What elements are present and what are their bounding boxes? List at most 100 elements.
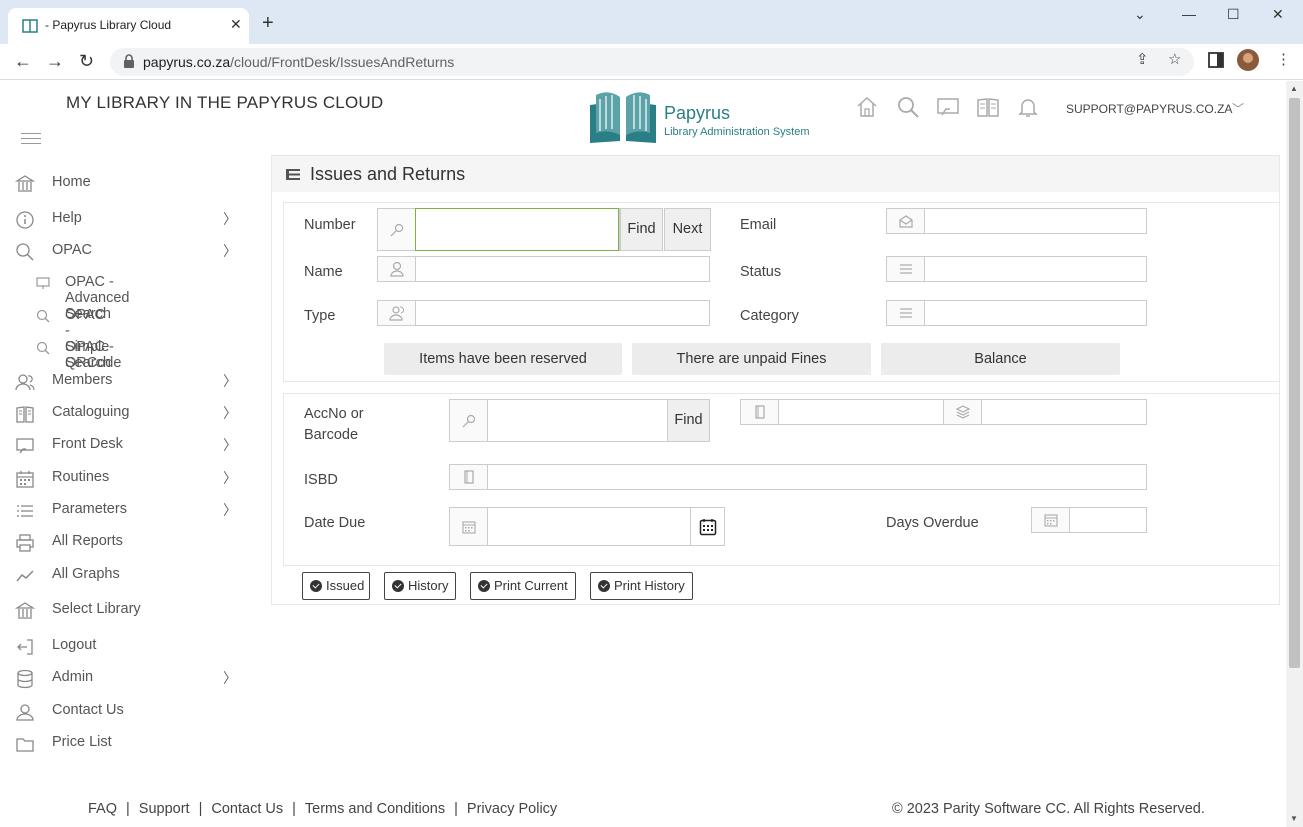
sidebar-item-label: Front Desk — [52, 436, 123, 452]
days-overdue-input[interactable] — [1070, 508, 1146, 532]
member-number-input[interactable] — [415, 208, 619, 251]
hamburger-menu-icon[interactable] — [21, 133, 41, 148]
sidebar-item-admin[interactable]: Admin 〉 — [15, 667, 240, 691]
minimize-icon[interactable]: — — [1182, 6, 1196, 22]
sidebar-item-logout[interactable]: Logout — [15, 635, 240, 659]
footer-link-privacy[interactable]: Privacy Policy — [467, 801, 557, 817]
isbd-input[interactable] — [488, 465, 1145, 489]
sidebar-item-label: Help — [52, 210, 82, 226]
chevron-right-icon: 〉 — [223, 502, 237, 518]
member-category-input[interactable] — [925, 301, 1145, 325]
browser-tab[interactable]: - Papyrus Library Cloud ✕ — [8, 8, 249, 44]
scrollbar-thumb[interactable] — [1289, 98, 1300, 668]
isbd-addon — [450, 465, 488, 489]
sidebar-item-label: Members — [52, 372, 113, 388]
side-panel-icon[interactable] — [1208, 52, 1224, 68]
book-icon — [464, 470, 474, 484]
sidebar-item-all-graphs[interactable]: All Graphs — [15, 564, 240, 588]
member-email-input[interactable] — [925, 209, 1145, 233]
print-current-label: Print Current — [494, 578, 568, 593]
sidebar-item-members[interactable]: Members 〉 — [15, 370, 240, 394]
next-member-button[interactable]: Next — [664, 208, 711, 251]
sidebar-item-opac[interactable]: OPAC 〉 — [15, 240, 240, 264]
footer-link-terms[interactable]: Terms and Conditions — [305, 801, 445, 817]
email-label: Email — [740, 217, 777, 233]
list-icon — [17, 505, 33, 517]
member-type-input[interactable] — [416, 301, 708, 325]
sidebar-item-routines[interactable]: Routines 〉 — [15, 467, 240, 491]
user-icon — [16, 704, 34, 721]
unpaid-fines-button[interactable]: There are unpaid Fines — [632, 343, 871, 375]
email-addon — [887, 209, 925, 233]
chevron-right-icon: 〉 — [223, 470, 237, 486]
search-icon[interactable] — [896, 95, 920, 119]
chevron-down-icon[interactable]: ﹀ — [1232, 100, 1244, 117]
history-button[interactable]: History — [384, 572, 456, 600]
address-bar[interactable]: papyrus.co.za/cloud/FrontDesk/IssuesAndR… — [110, 48, 1194, 76]
member-name-input[interactable] — [416, 257, 708, 281]
item-title-input[interactable] — [779, 400, 944, 424]
accno-label-line2: Barcode — [304, 427, 359, 443]
footer-links: FAQ | Support | Contact Us | Terms and Conditi… — [88, 801, 557, 817]
item-type-input[interactable] — [982, 400, 1147, 424]
sidebar-item-home[interactable]: Home — [15, 172, 240, 196]
vertical-scrollbar[interactable]: ▲ ▼ — [1286, 81, 1303, 827]
scroll-down-icon[interactable]: ▼ — [1290, 814, 1298, 823]
chevron-right-icon: 〉 — [223, 670, 237, 686]
sidebar-item-select-library[interactable]: Select Library — [15, 599, 240, 623]
profile-avatar[interactable] — [1237, 49, 1259, 71]
sidebar-item-price-list[interactable]: Price List — [15, 732, 240, 756]
sidebar-item-help[interactable]: Help 〉 — [15, 208, 240, 232]
menu-lines-icon — [900, 264, 912, 274]
window-close-icon[interactable]: ✕ — [1272, 6, 1284, 23]
front-desk-icon[interactable] — [936, 95, 960, 119]
share-icon[interactable]: ⇪ — [1136, 50, 1149, 68]
book-icon — [16, 406, 34, 423]
sidebar-item-cataloguing[interactable]: Cataloguing 〉 — [15, 402, 240, 426]
calendar-icon — [699, 519, 717, 536]
balance-button[interactable]: Balance — [881, 343, 1120, 375]
item-field-1-group — [740, 399, 944, 425]
member-status-input[interactable] — [925, 257, 1145, 281]
find-item-button[interactable]: Find — [667, 399, 710, 442]
bank-icon — [15, 175, 35, 192]
date-due-input[interactable] — [488, 508, 692, 545]
maximize-icon[interactable]: ☐ — [1227, 6, 1240, 23]
home-icon[interactable] — [855, 95, 879, 119]
back-icon[interactable]: ← — [14, 51, 32, 71]
sidebar-item-all-reports[interactable]: All Reports — [15, 531, 240, 555]
scroll-up-icon[interactable]: ▲ — [1290, 84, 1298, 93]
user-email[interactable]: SUPPORT@PAPYRUS.CO.ZA — [1066, 102, 1232, 116]
forward-icon[interactable]: → — [46, 51, 64, 71]
menu-kebab-icon[interactable]: ⋮ — [1276, 50, 1291, 68]
page: MY LIBRARY IN THE PAPYRUS CLOUD Papyrus … — [0, 81, 1286, 827]
print-history-button[interactable]: Print History — [590, 572, 693, 600]
items-reserved-button[interactable]: Items have been reserved — [384, 343, 622, 375]
footer-link-support[interactable]: Support — [139, 801, 190, 817]
date-picker-button[interactable] — [690, 507, 725, 546]
tab-search-icon[interactable]: ⌄ — [1134, 6, 1146, 23]
accno-barcode-input[interactable] — [488, 400, 668, 441]
sidebar-item-parameters[interactable]: Parameters 〉 — [15, 499, 240, 523]
footer-link-contact-us[interactable]: Contact Us — [211, 801, 283, 817]
papyrus-logo[interactable]: Papyrus Library Administration System — [586, 87, 826, 145]
close-tab-icon[interactable]: ✕ — [230, 16, 242, 33]
url-text: papyrus.co.za/cloud/FrontDesk/IssuesAndR… — [143, 54, 454, 70]
new-tab-icon[interactable]: + — [262, 13, 274, 33]
bell-icon[interactable] — [1016, 95, 1040, 119]
date-due-addon — [450, 508, 488, 545]
sidebar-item-label: Price List — [52, 734, 112, 750]
find-member-button[interactable]: Find — [620, 208, 663, 251]
print-current-button[interactable]: Print Current — [470, 572, 576, 600]
sidebar-item-contact-us[interactable]: Contact Us — [15, 700, 240, 724]
footer-link-faq[interactable]: FAQ — [88, 801, 117, 817]
history-label: History — [408, 578, 449, 593]
envelope-icon — [899, 215, 913, 228]
issued-button[interactable]: Issued — [302, 572, 370, 600]
sidebar-item-label: Admin — [52, 669, 94, 685]
sidebar-item-front-desk[interactable]: Front Desk 〉 — [15, 434, 240, 458]
bookmark-star-icon[interactable]: ☆ — [1168, 50, 1181, 68]
separator: | — [198, 801, 203, 817]
book-icon[interactable] — [976, 95, 1000, 119]
reload-icon[interactable]: ↻ — [79, 51, 94, 71]
